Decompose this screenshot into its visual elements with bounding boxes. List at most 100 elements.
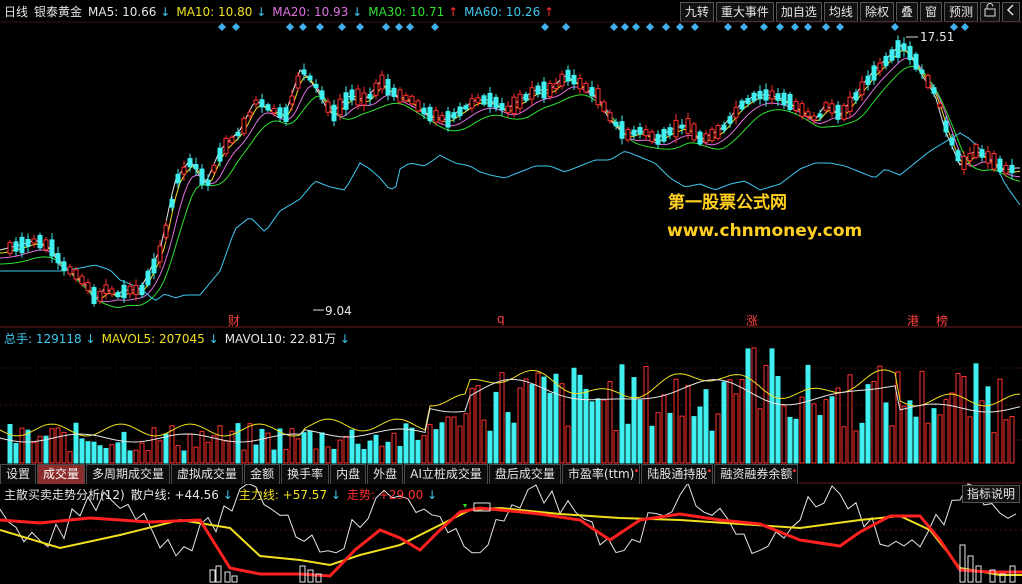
- volume-bar: [481, 419, 487, 464]
- volume-bar: [523, 378, 529, 464]
- diamond-marker: [338, 23, 346, 31]
- candlestick: [37, 234, 43, 249]
- tab-outer[interactable]: 外盘: [367, 464, 404, 484]
- diamond-marker: [632, 23, 640, 31]
- candlestick: [199, 168, 205, 185]
- candlestick: [511, 96, 517, 114]
- volume-bar: [385, 441, 391, 464]
- volume-bar: [715, 413, 721, 464]
- volume-bar: [211, 435, 217, 464]
- indicator-name[interactable]: 主散买卖走势分析(12): [4, 486, 125, 503]
- volume-bar: [883, 402, 889, 464]
- indicator-tabs: 设置 成交量 多周期成交量 虚拟成交量 金额 换手率 内盘 外盘 AI立桩成交量…: [0, 464, 800, 484]
- tab-settings[interactable]: 设置: [0, 464, 37, 484]
- candlestick: [103, 284, 109, 295]
- candlestick: [733, 106, 739, 119]
- tab-volume[interactable]: 成交量: [37, 464, 86, 484]
- volume-bar: [667, 412, 673, 464]
- volume-bar: [505, 412, 511, 464]
- candlestick: [697, 131, 703, 145]
- candlestick: [241, 118, 247, 134]
- candlestick: [643, 129, 649, 137]
- candlestick: [949, 137, 955, 146]
- volume-bar: [247, 423, 253, 464]
- candlestick: [31, 238, 37, 244]
- candlestick: [409, 95, 415, 105]
- tab-margin-balance[interactable]: 融资融券余额 •: [714, 464, 799, 484]
- volume-bar: [517, 387, 523, 464]
- candlestick: [709, 128, 715, 142]
- volume-bar: [331, 448, 337, 464]
- volume-bar: [223, 440, 229, 464]
- volume-bar: [811, 403, 817, 464]
- tab-amount[interactable]: 金额: [244, 464, 281, 484]
- volume-bar: [709, 430, 715, 464]
- candlestick: [715, 125, 721, 139]
- diamond-marker: [610, 23, 618, 31]
- candlestick: [595, 88, 601, 106]
- volume-bar: [841, 426, 847, 464]
- event-marker-hk[interactable]: 港: [907, 312, 919, 329]
- volume-bar: [91, 441, 97, 464]
- tab-virtual-volume[interactable]: 虚拟成交量: [171, 464, 244, 484]
- tab-northbound-holding[interactable]: 陆股通持股 •: [641, 464, 714, 484]
- candlestick: [247, 111, 253, 117]
- volume-bar: [373, 434, 379, 464]
- tab-ai-volume[interactable]: AI立桩成交量: [404, 464, 488, 484]
- volume-bar: [121, 431, 127, 464]
- volume-bar: [685, 385, 691, 464]
- event-marker-rise[interactable]: 涨: [746, 312, 758, 329]
- volume-bar: [361, 448, 367, 464]
- candlestick: [481, 95, 487, 105]
- volume-bar: [103, 448, 109, 464]
- diamond-marker: [836, 23, 844, 31]
- volume-bar: [235, 423, 241, 464]
- candlestick: [499, 103, 505, 111]
- tab-turnover[interactable]: 换手率: [281, 464, 330, 484]
- volume-bar: [955, 372, 961, 464]
- candlestick: [751, 92, 757, 102]
- volume-bar: [463, 413, 469, 464]
- candlestick: [7, 242, 13, 254]
- candlestick: [673, 119, 679, 138]
- candlestick: [817, 113, 823, 118]
- volume-bar: [19, 427, 25, 464]
- indicator-help-button[interactable]: 指标说明: [961, 485, 1020, 503]
- candlestick: [541, 81, 547, 99]
- event-marker-list[interactable]: 榜: [936, 312, 948, 329]
- event-marker-finance[interactable]: 财: [228, 312, 240, 329]
- candlestick: [133, 284, 139, 296]
- volume-bar: [469, 387, 475, 464]
- volume-bar: [175, 445, 181, 464]
- tab-pe-ttm[interactable]: 市盈率(ttm) •: [561, 464, 641, 484]
- volume-bar: [31, 442, 37, 464]
- candlestick: [559, 73, 565, 87]
- candlestick: [283, 107, 289, 122]
- diamond-marker: [891, 23, 899, 31]
- main-line: [0, 506, 1022, 576]
- event-marker-q[interactable]: q: [497, 312, 505, 326]
- volume-bar: [541, 376, 547, 464]
- volume-bar: [313, 448, 319, 464]
- diamond-marker: [822, 23, 830, 31]
- candlestick: [565, 69, 571, 82]
- candlestick: [169, 199, 175, 208]
- tab-inner[interactable]: 内盘: [330, 464, 367, 484]
- candlestick: [463, 105, 469, 110]
- diamond-marker: [382, 23, 390, 31]
- volume-bar: [493, 391, 499, 464]
- candlestick: [955, 150, 961, 162]
- candlestick: [859, 81, 865, 96]
- candlestick: [325, 101, 331, 113]
- tab-after-hours-volume[interactable]: 盘后成交量: [488, 464, 561, 484]
- volume-bar: [775, 375, 781, 464]
- candlestick: [367, 93, 373, 99]
- candlestick: [667, 127, 673, 136]
- candlestick: [907, 45, 913, 61]
- tab-multi-period-volume[interactable]: 多周期成交量: [86, 464, 171, 484]
- diamond-marker: [395, 23, 403, 31]
- volume-bar: [301, 432, 307, 464]
- candlestick: [913, 53, 919, 70]
- volume-bar: [799, 396, 805, 464]
- candlestick: [883, 55, 889, 67]
